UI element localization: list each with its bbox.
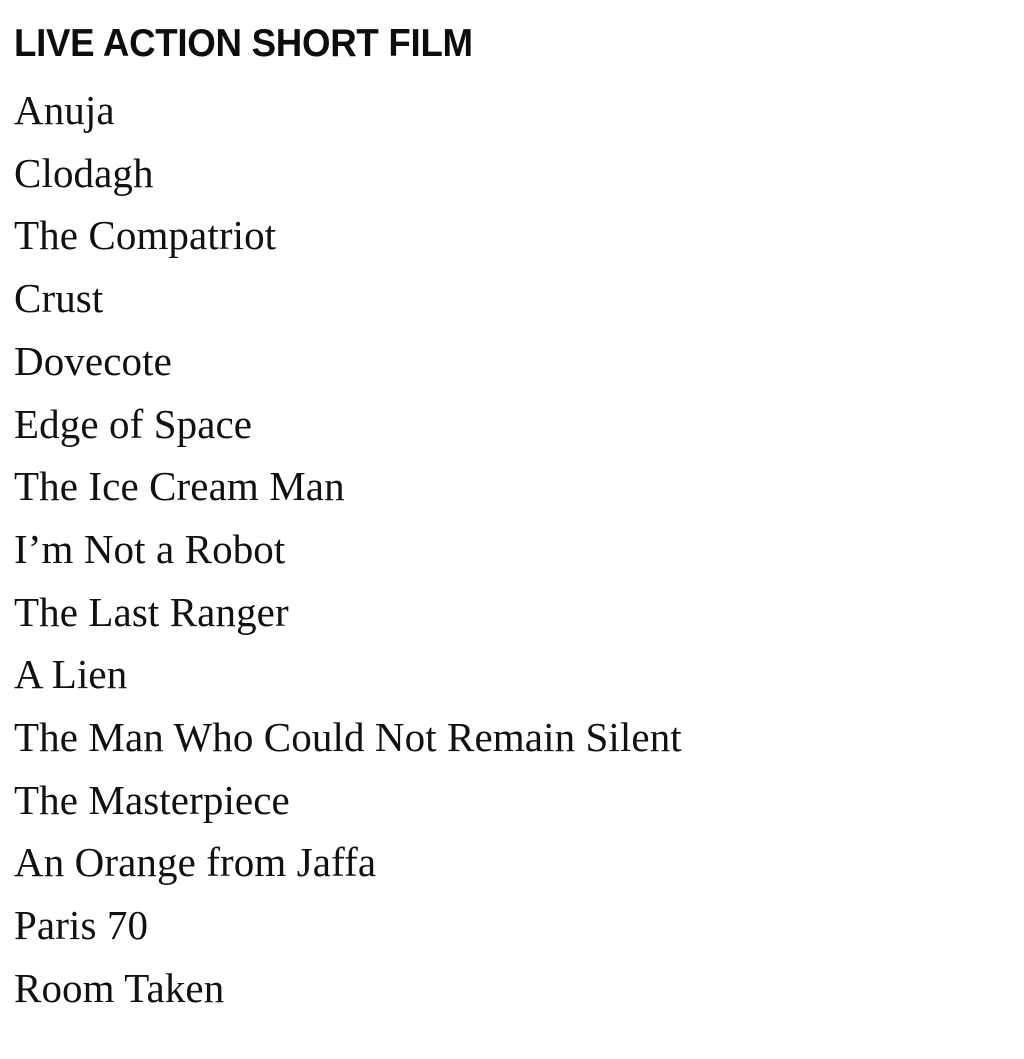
list-item: Room Taken — [14, 964, 225, 1011]
list-item: Crust — [14, 275, 104, 322]
list-item: Paris 70 — [14, 902, 149, 949]
list-item: Dovecote — [14, 337, 172, 384]
nominee-list: Anuja Clodagh The Compatriot Crust Dovec… — [14, 79, 1010, 1020]
list-item: Anuja — [14, 87, 115, 133]
list-item: The Masterpiece — [14, 776, 290, 823]
list-item: The Last Ranger — [14, 588, 289, 635]
list-item: The Ice Cream Man — [14, 463, 345, 510]
category-heading: LIVE ACTION SHORT FILM — [14, 22, 473, 65]
list-item: I’m Not a Robot — [14, 525, 286, 572]
list-item: An Orange from Jaffa — [14, 839, 377, 886]
list-item: The Man Who Could Not Remain Silent — [14, 714, 682, 761]
category-block: LIVE ACTION SHORT FILM Anuja Clodagh The… — [14, 18, 1010, 1020]
list-item: Clodagh — [14, 149, 154, 196]
page-root: LIVE ACTION SHORT FILM Anuja Clodagh The… — [0, 0, 1024, 1059]
list-item: Edge of Space — [14, 400, 253, 447]
list-item: The Compatriot — [14, 212, 277, 259]
list-item: A Lien — [14, 651, 128, 698]
